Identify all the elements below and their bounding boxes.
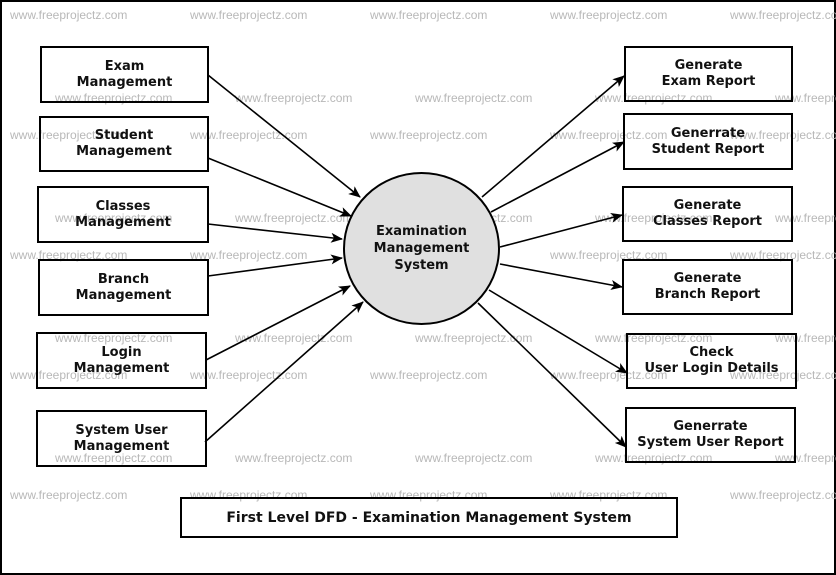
flow-exam-to-system <box>207 74 361 198</box>
entity-generate-system-user-report[interactable]: Generrate System User Report <box>625 407 796 463</box>
flow-system-to-student-report <box>490 141 625 213</box>
entity-label: Check User Login Details <box>644 345 779 376</box>
entity-system-user-management[interactable]: System User Management <box>36 410 207 467</box>
entity-label: Generate Exam Report <box>661 58 756 89</box>
flow-system-to-classes-report <box>499 212 623 248</box>
entity-exam-management[interactable]: Exam Management <box>40 46 209 103</box>
diagram-title-box: First Level DFD - Examination Management… <box>180 497 678 538</box>
process-examination-management-system[interactable]: Examination Management System <box>343 172 500 325</box>
entity-classes-management[interactable]: Classes Management <box>37 186 209 243</box>
entity-generate-student-report[interactable]: Generrate Student Report <box>623 113 793 170</box>
entity-branch-management[interactable]: Branch Management <box>38 259 209 316</box>
flow-student-to-system <box>207 157 352 217</box>
flow-system-to-systemuser-report <box>477 302 627 448</box>
entity-generate-exam-report[interactable]: Generate Exam Report <box>624 46 793 102</box>
entity-student-management[interactable]: Student Management <box>39 116 209 172</box>
entity-label: Exam Management <box>76 58 173 90</box>
entity-label: Generate Branch Report <box>654 271 761 302</box>
flow-branch-to-system <box>207 254 343 277</box>
flow-login-to-system <box>205 285 351 361</box>
diagram-title: First Level DFD - Examination Management… <box>226 509 632 526</box>
entity-label: Branch Management <box>75 271 172 303</box>
process-label: Examination Management System <box>373 224 470 273</box>
flow-system-to-branch-report <box>499 263 623 290</box>
flow-system-to-login-details <box>488 289 628 374</box>
flow-systemuser-to-system <box>204 301 364 443</box>
entity-login-management[interactable]: Login Management <box>36 332 207 389</box>
entity-label: Login Management <box>73 344 170 376</box>
entity-label: Generrate Student Report <box>651 125 765 157</box>
entity-label: System User Management <box>73 422 170 454</box>
entity-label: Generrate System User Report <box>637 419 784 450</box>
entity-generate-branch-report[interactable]: Generate Branch Report <box>622 259 793 315</box>
entity-label: Generate Classes Report <box>652 198 762 229</box>
flow-classes-to-system <box>207 223 343 243</box>
entity-generate-classes-report[interactable]: Generate Classes Report <box>622 186 793 242</box>
entity-label: Student Management <box>76 128 172 159</box>
entity-label: Classes Management <box>75 198 171 230</box>
entity-check-user-login-details[interactable]: Check User Login Details <box>626 333 797 389</box>
